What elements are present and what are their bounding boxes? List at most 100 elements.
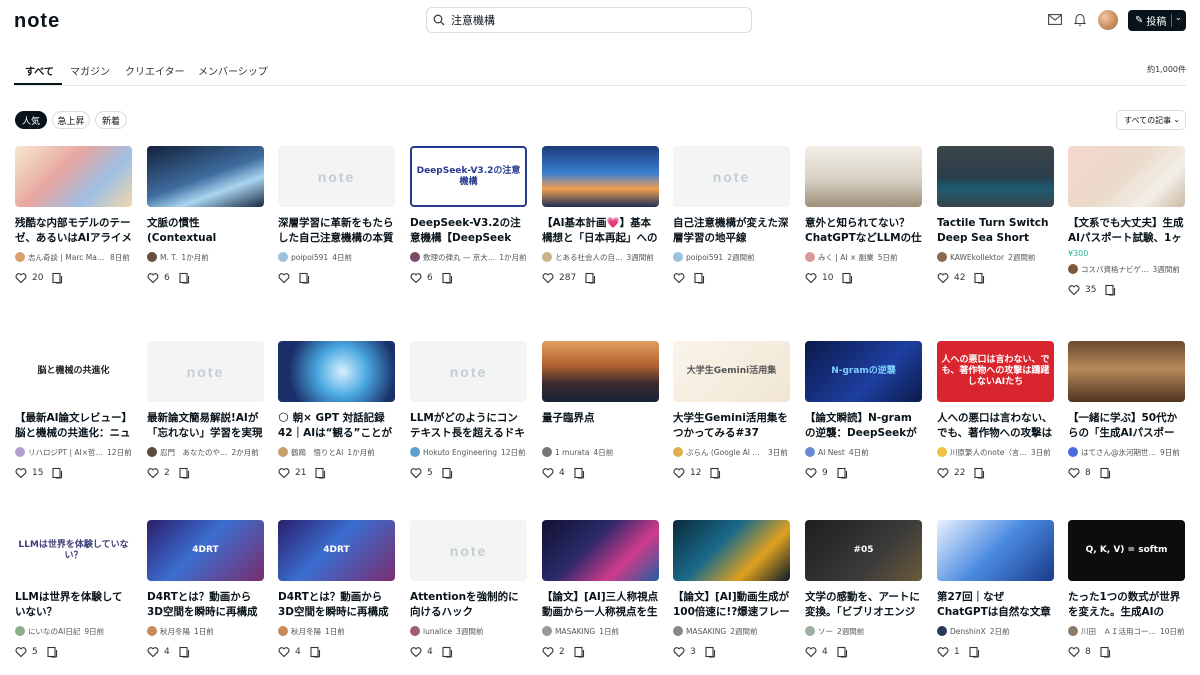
- article-card[interactable]: 【論文】[AI]動画生成が100倍速に!?爆速フレームワーク… MASAKING 2…: [673, 520, 790, 659]
- note-logo[interactable]: note: [14, 10, 60, 33]
- heart-icon[interactable]: [15, 467, 27, 479]
- article-card[interactable]: 第27回｜なぜChatGPTは自然な文章を書けるのか?Transformerとは…: [937, 520, 1054, 659]
- author-avatar[interactable]: [410, 626, 420, 636]
- author-avatar[interactable]: [542, 626, 552, 636]
- article-thumbnail[interactable]: [937, 146, 1054, 207]
- article-card[interactable]: 意外と知られてない？ChatGPTなどLLMの仕組みみく | AI × 副業5日…: [805, 146, 922, 285]
- author-avatar[interactable]: [937, 447, 947, 457]
- article-card[interactable]: Q, K, V) = softm たった1つの数式が世界を変えた。生成AIの「魂」…: [1068, 520, 1185, 659]
- sort-select[interactable]: すべての記事 ⌄: [1116, 110, 1186, 130]
- article-title[interactable]: 大学生Gemini活用集をつかってみる#37: [673, 411, 790, 441]
- article-thumbnail[interactable]: [1068, 146, 1185, 207]
- article-title[interactable]: たった1つの数式が世界を変えた。生成AIの「魂」と「肉体」を読み解く: [1068, 590, 1185, 620]
- article-card[interactable]: DeepSeek-V3.2の注意機構 DeepSeek-V3.2の注意機構【Dee…: [410, 146, 527, 285]
- heart-icon[interactable]: [805, 646, 817, 658]
- magazine-add-icon[interactable]: [1100, 646, 1112, 658]
- author-name[interactable]: 鶴鴎 悟りとAI: [291, 447, 343, 458]
- author-avatar[interactable]: [673, 447, 683, 457]
- author-name[interactable]: DenshinX: [950, 627, 986, 636]
- magazine-add-icon[interactable]: [710, 467, 722, 479]
- heart-icon[interactable]: [542, 646, 554, 658]
- author-avatar[interactable]: [410, 447, 420, 457]
- author-name[interactable]: AI Nest: [818, 448, 845, 457]
- heart-icon[interactable]: [542, 272, 554, 284]
- author-avatar[interactable]: [673, 626, 683, 636]
- magazine-add-icon[interactable]: [694, 272, 706, 284]
- article-card[interactable]: 4DRT D4RTとは？動画から3D空間を瞬時に再構成する AI技術の仕組みと応用…: [147, 520, 264, 659]
- author-name[interactable]: みく | AI × 副業: [818, 252, 874, 263]
- author-avatar[interactable]: [278, 252, 288, 262]
- magazine-add-icon[interactable]: [974, 272, 986, 284]
- magazine-add-icon[interactable]: [315, 467, 327, 479]
- article-thumbnail[interactable]: [542, 146, 659, 207]
- author-name[interactable]: ぷらん (Google AI 学…: [686, 447, 764, 458]
- author-name[interactable]: 忍門 あなたのや…: [160, 447, 228, 458]
- author-name[interactable]: 1 murata: [555, 448, 589, 457]
- heart-icon[interactable]: [937, 272, 949, 284]
- author-name[interactable]: 川田 ＡＩ活用コー…: [1081, 626, 1156, 637]
- tab-creator[interactable]: クリエイター: [125, 63, 185, 78]
- article-card[interactable]: 脳と機械の共進化【最新AI論文レビュー】脳と機械の共進化：ニューロロボティクスが…: [15, 341, 132, 480]
- article-title[interactable]: 文学の感動を、アートに変換。「ビブリオエンジン」開発記録#05: [805, 590, 922, 620]
- heart-icon[interactable]: [147, 467, 159, 479]
- article-title[interactable]: 最新論文簡易解説!AIが「忘れない」学習を実現する革新技術「クエリのみ…: [147, 411, 264, 441]
- magazine-add-icon[interactable]: [969, 646, 981, 658]
- article-title[interactable]: 【論文】[AI]三人称視点動画から一人称視点を生成!新技術「EgoX」とは?: [542, 590, 659, 620]
- article-title[interactable]: Tactile Turn Switch Deep Sea Short: [937, 216, 1054, 246]
- author-name[interactable]: 志ん奇談 | Marc Masa…: [28, 252, 106, 263]
- magazine-add-icon[interactable]: [1100, 467, 1112, 479]
- heart-icon[interactable]: [673, 467, 685, 479]
- mail-icon[interactable]: [1047, 11, 1063, 27]
- article-card[interactable]: 大学生Gemini活用集大学生Gemini活用集をつかってみる#37 ぷらん (G…: [673, 341, 790, 480]
- author-name[interactable]: リハロジPT | AI×哲…: [28, 447, 103, 458]
- tab-all[interactable]: すべて: [25, 63, 54, 78]
- article-thumbnail[interactable]: note: [410, 341, 527, 402]
- heart-icon[interactable]: [410, 467, 422, 479]
- heart-icon[interactable]: [673, 646, 685, 658]
- author-name[interactable]: Hokuto Engineering: [423, 448, 497, 457]
- author-avatar[interactable]: [937, 252, 947, 262]
- article-title[interactable]: 人への悪口は言わない、でも、著作物への攻撃は躊躇しないAIたち: [937, 411, 1054, 441]
- article-title[interactable]: 自己注意機構が変えた深層学習の地平線: [673, 216, 790, 246]
- author-name[interactable]: 秋月冬陽: [291, 626, 321, 637]
- magazine-add-icon[interactable]: [47, 646, 59, 658]
- magazine-add-icon[interactable]: [837, 646, 849, 658]
- heart-icon[interactable]: [147, 646, 159, 658]
- article-thumbnail[interactable]: [937, 520, 1054, 581]
- author-avatar[interactable]: [15, 252, 25, 262]
- article-thumbnail[interactable]: [673, 520, 790, 581]
- article-title[interactable]: 意外と知られてない？ChatGPTなどLLMの仕組み: [805, 216, 922, 246]
- article-title[interactable]: D4RTとは？動画から3D空間を瞬時に再構成する AI技術の仕組みと応用: [147, 590, 264, 620]
- tab-membership[interactable]: メンバーシップ: [198, 63, 268, 78]
- magazine-add-icon[interactable]: [179, 467, 191, 479]
- author-avatar[interactable]: [15, 447, 25, 457]
- author-name[interactable]: コスパ資格ナビゲ…: [1081, 264, 1149, 275]
- author-name[interactable]: M. T.: [160, 253, 177, 262]
- heart-icon[interactable]: [278, 272, 290, 284]
- article-thumbnail[interactable]: 大学生Gemini活用集: [673, 341, 790, 402]
- article-thumbnail[interactable]: Q, K, V) = softm: [1068, 520, 1185, 581]
- article-card[interactable]: note 最新論文簡易解説!AIが「忘れない」学習を実現する革新技術「クエリのみ……: [147, 341, 264, 480]
- article-card[interactable]: 文脈の慣性(Contextual Inertia)：なぜAIは「空気」を読み違え…: [147, 146, 264, 285]
- article-card[interactable]: Tactile Turn Switch Deep Sea Short KAWEko…: [937, 146, 1054, 285]
- author-avatar[interactable]: [673, 252, 683, 262]
- article-card[interactable]: LLMは世界を体験していない？ LLMは世界を体験していない？ にいなのAI日記 9日…: [15, 520, 132, 659]
- article-title[interactable]: 🌕 朝× GPT 対話記録42｜AIは“観る”ことができるのか？｜ AIに意識は…: [278, 411, 395, 441]
- magazine-add-icon[interactable]: [574, 467, 586, 479]
- post-button[interactable]: ✎ 投稿 ⌄: [1128, 10, 1186, 31]
- article-title[interactable]: Attentionを強制的に向けるハック: [410, 590, 527, 620]
- article-card[interactable]: 量子臨界点 1 murata 4日前 4: [542, 341, 659, 480]
- article-title[interactable]: 【AI基本計画💗】基本構想と「日本再起」へのロードマップ🌅：G検定合格…: [542, 216, 659, 246]
- heart-icon[interactable]: [278, 467, 290, 479]
- author-avatar[interactable]: [805, 252, 815, 262]
- article-thumbnail[interactable]: [278, 341, 395, 402]
- article-title[interactable]: 文脈の慣性(Contextual Inertia)：なぜAIは「空気」を読み違え…: [147, 216, 264, 246]
- heart-icon[interactable]: [410, 272, 422, 284]
- article-title[interactable]: 【論文瞬読】N-gramの逆襲：DeepSeekが提案する「条件付きメモリ」で…: [805, 411, 922, 441]
- article-card[interactable]: note 深層学習に革新をもたらした自己注意機構の本質 poipoi591 4日前: [278, 146, 395, 285]
- heart-icon[interactable]: [147, 272, 159, 284]
- article-card[interactable]: 残酷な内部モデルのテーゼ、あるいはAIアライメント問題を「異種間パレー… 志ん奇談…: [15, 146, 132, 285]
- article-thumbnail[interactable]: [805, 146, 922, 207]
- chevron-down-icon[interactable]: ⌄: [1175, 13, 1182, 22]
- author-avatar[interactable]: [1068, 447, 1078, 457]
